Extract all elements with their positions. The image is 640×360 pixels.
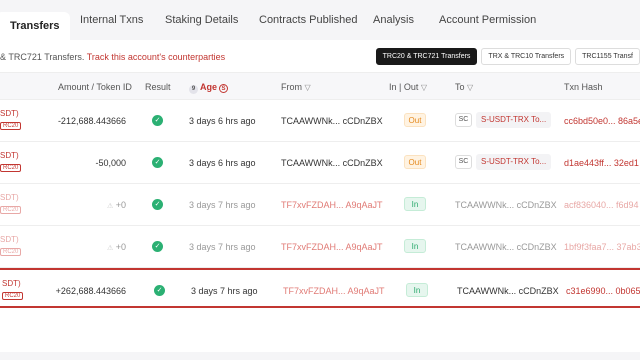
col-inout-label: In | Out xyxy=(389,82,419,92)
txn-hash[interactable]: acf836040... f6d94 xyxy=(564,200,639,210)
from-address[interactable]: TF7xvFZDAH... A9qAaJT xyxy=(283,286,385,296)
tab-staking-details[interactable]: Staking Details xyxy=(165,14,238,26)
tab-analysis[interactable]: Analysis xyxy=(373,14,414,26)
from-address[interactable]: TCAAWWNk... cCDnZBX xyxy=(281,116,383,126)
direction-badge: In xyxy=(404,197,426,211)
txn-hash[interactable]: d1ae443ff... 32ed1 xyxy=(564,158,639,168)
check-icon: ✓ xyxy=(152,199,163,210)
amount: -212,688.443666 xyxy=(57,116,126,126)
subheader: & TRC721 Transfers. Track this account's… xyxy=(0,52,225,62)
token-standard-badge: RC20 xyxy=(0,248,22,256)
from-address[interactable]: TCAAWWNk... cCDnZBX xyxy=(281,158,383,168)
filter-icon[interactable]: ▽ xyxy=(467,83,473,92)
direction-badge: In xyxy=(406,283,428,297)
age: 3 days 7 hrs ago xyxy=(191,286,258,296)
amount-value: +0 xyxy=(115,242,126,252)
amount: ⚠ +0 xyxy=(107,242,126,252)
tab-contracts-published[interactable]: Contracts Published xyxy=(259,14,357,26)
to-address[interactable]: TCAAWWNk... cCDnZBX xyxy=(457,286,559,296)
transfers-panel: Transfers Internal Txns Staking Details … xyxy=(0,0,640,360)
col-to: To ▽ xyxy=(455,82,473,92)
contract-badge: SC xyxy=(455,155,472,169)
table-row-highlighted: SDT) RC20 +262,688.443666 ✓ 3 days 7 hrs… xyxy=(0,268,640,308)
from-address[interactable]: TF7xvFZDAH... A9qAaJT xyxy=(281,200,383,210)
txn-hash[interactable]: 1bf9f3faa7... 37ab3 xyxy=(564,242,640,252)
counterparties-link[interactable]: Track this account's counterparties xyxy=(87,52,225,62)
check-icon: ✓ xyxy=(154,285,165,296)
age: 3 days 6 hrs ago xyxy=(189,116,256,126)
amount-value: +0 xyxy=(115,200,126,210)
filter-icon[interactable]: ▽ xyxy=(421,83,427,92)
col-age-label: Age xyxy=(200,82,218,92)
warning-icon: ⚠ xyxy=(106,245,114,252)
check-icon: ✓ xyxy=(152,115,163,126)
tab-account-permission[interactable]: Account Permission xyxy=(439,14,536,26)
amount: +262,688.443666 xyxy=(55,286,126,296)
age: 3 days 7 hrs ago xyxy=(189,200,256,210)
col-hash: Txn Hash xyxy=(564,82,603,92)
contract-badge: SC xyxy=(455,113,472,127)
col-to-label: To xyxy=(455,82,465,92)
tab-transfers[interactable]: Transfers xyxy=(0,12,70,40)
to-contract[interactable]: S-USDT-TRX To... xyxy=(476,154,552,170)
token-name[interactable]: SDT) xyxy=(0,193,19,202)
filter-trc1155[interactable]: TRC1155 Transf xyxy=(575,48,640,65)
filter-trc20-trc721[interactable]: TRC20 & TRC721 Transfers xyxy=(375,48,478,65)
col-from-label: From xyxy=(281,82,302,92)
token-name[interactable]: SDT) xyxy=(0,109,19,118)
direction-badge: In xyxy=(404,239,426,253)
direction-badge: Out xyxy=(404,113,426,127)
filter-trx-trc10[interactable]: TRX & TRC10 Transfers xyxy=(481,48,572,65)
from-address[interactable]: TF7xvFZDAH... A9qAaJT xyxy=(281,242,383,252)
transfer-type-filters: TRC20 & TRC721 Transfers TRX & TRC10 Tra… xyxy=(375,48,640,65)
tab-internal-txns[interactable]: Internal Txns xyxy=(80,14,143,26)
subheader-text: & TRC721 Transfers. xyxy=(0,52,85,62)
table-row: SDT) RC20 -50,000 ✓ 3 days 6 hrs ago TCA… xyxy=(0,142,640,184)
check-icon: ✓ xyxy=(152,157,163,168)
amount: -50,000 xyxy=(95,158,126,168)
token-name[interactable]: SDT) xyxy=(0,151,19,160)
clock-toggle-icon[interactable]: S xyxy=(219,84,229,93)
col-amount: Amount / Token ID xyxy=(58,82,132,92)
col-inout: In | Out ▽ xyxy=(389,82,427,92)
token-standard-badge: RC20 xyxy=(0,164,22,172)
txn-hash[interactable]: c31e6990... 0b065 xyxy=(566,286,640,296)
warning-icon: ⚠ xyxy=(106,203,114,210)
age-count-badge: 9 xyxy=(189,85,198,94)
col-age[interactable]: 9 Age S xyxy=(189,82,229,94)
to-contract[interactable]: S-USDT-TRX To... xyxy=(476,112,552,128)
token-standard-badge: RC20 xyxy=(0,206,22,214)
token-standard-badge: RC20 xyxy=(2,292,24,300)
filter-icon[interactable]: ▽ xyxy=(305,83,311,92)
amount: ⚠ +0 xyxy=(107,200,126,210)
token-standard-badge: RC20 xyxy=(0,122,22,130)
age: 3 days 7 hrs ago xyxy=(189,242,256,252)
table-header: Amount / Token ID Result 9 Age S From ▽ In… xyxy=(0,72,640,100)
token-name[interactable]: SDT) xyxy=(2,279,21,288)
table-row: SDT) RC20 ⚠ +0 ✓ 3 days 7 hrs ago TF7xvF… xyxy=(0,184,640,226)
table-row: SDT) RC20 ⚠ +0 ✓ 3 days 7 hrs ago TF7xvF… xyxy=(0,226,640,268)
token-name[interactable]: SDT) xyxy=(0,235,19,244)
age: 3 days 6 hrs ago xyxy=(189,158,256,168)
tab-bar: Transfers Internal Txns Staking Details … xyxy=(0,0,640,40)
check-icon: ✓ xyxy=(152,241,163,252)
col-result: Result xyxy=(145,82,171,92)
page-footer xyxy=(0,352,640,360)
transfers-card: & TRC721 Transfers. Track this account's… xyxy=(0,40,640,352)
table-row: SDT) RC20 -212,688.443666 ✓ 3 days 6 hrs… xyxy=(0,100,640,142)
col-from: From ▽ xyxy=(281,82,311,92)
to-address[interactable]: TCAAWWNk... cCDnZBX xyxy=(455,242,557,252)
direction-badge: Out xyxy=(404,155,426,169)
txn-hash[interactable]: cc6bd50e0... 86a5e xyxy=(564,116,640,126)
to-address[interactable]: TCAAWWNk... cCDnZBX xyxy=(455,200,557,210)
